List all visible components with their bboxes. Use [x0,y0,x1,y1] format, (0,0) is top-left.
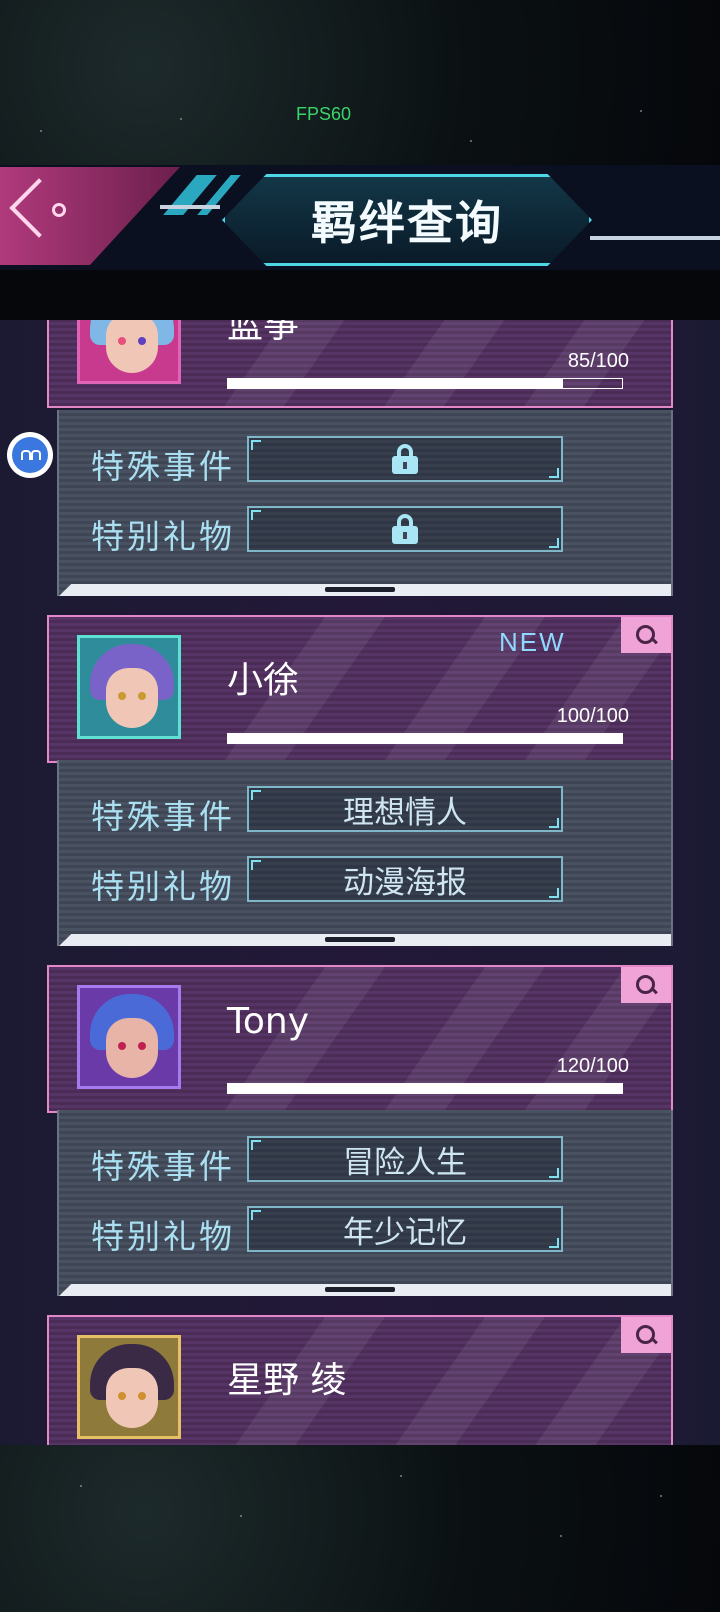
card-stripe [358,320,560,406]
special-gift-label: 特别礼物 [91,517,235,556]
character-name: 星野 绫 [227,1360,347,1401]
space-background-bottom [0,1445,720,1612]
star [560,1535,562,1537]
bond-score: 120/100 [556,1055,629,1077]
special-gift-slot[interactable]: 年少记忆 [247,1206,563,1252]
character-detail-panel: 特殊事件 冒险人生 特别礼物 年少记忆 [57,1110,673,1296]
star [40,130,42,132]
panel-footer-tab [325,937,395,942]
special-gift-slot-locked[interactable] [247,506,563,552]
header-line [590,236,720,240]
character-detail-panel: 特殊事件 特别礼物 [57,410,673,596]
card-stripe [358,1317,560,1445]
character-name: 小徐 [227,660,300,701]
star [640,110,642,112]
search-icon [636,625,656,645]
special-gift-label: 特别礼物 [91,1217,235,1256]
character-card-tony[interactable]: Tony 120/100 [47,965,673,1113]
special-event-slot-locked[interactable] [247,436,563,482]
space-background-top [0,0,720,165]
character-name: Tony [227,1001,310,1042]
character-card-hoshino-aya[interactable]: 星野 绫 [47,1315,673,1445]
star [240,1515,242,1517]
character-avatar [77,320,181,384]
panel-footer-tab [325,1287,395,1292]
star [400,1475,402,1477]
star [660,1495,662,1497]
character-detail-panel: 特殊事件 理想情人 特别礼物 动漫海报 [57,760,673,946]
lock-icon [392,444,418,474]
special-event-label: 特殊事件 [91,797,235,836]
bond-progress-bar [227,378,623,389]
header-line [160,205,220,209]
character-card-xiaoxu[interactable]: NEW 小徐 100/100 [47,615,673,763]
new-badge: NEW [499,627,566,657]
bond-list[interactable]: 蓝筝 85/100 特殊事件 特别礼物 NEW 小徐 100/100 特殊事件 … [0,320,720,1445]
special-event-label: 特殊事件 [91,1147,235,1186]
lock-icon [392,514,418,544]
search-button[interactable] [621,617,671,653]
bond-progress-bar [227,1083,623,1094]
back-dot-icon [52,203,66,217]
search-button[interactable] [621,967,671,1003]
search-icon [636,1325,656,1345]
character-avatar [77,1335,181,1439]
special-event-label: 特殊事件 [91,447,235,486]
search-button[interactable] [621,1317,671,1353]
bond-score: 85/100 [567,350,629,372]
star [180,118,182,120]
floating-assistant-button[interactable] [7,432,53,478]
fps-counter: FPS60 [296,104,352,124]
star [80,1485,82,1487]
character-avatar [77,985,181,1089]
search-icon [636,975,656,995]
special-gift-slot[interactable]: 动漫海报 [247,856,563,902]
star [470,140,472,142]
assistant-icon [12,437,48,473]
panel-footer-tab [325,587,395,592]
page-title: 羁绊查询 [311,196,503,250]
special-gift-label: 特别礼物 [91,867,235,906]
character-avatar [77,635,181,739]
character-card-lanzheng[interactable]: 蓝筝 85/100 [47,320,673,408]
bond-score: 100/100 [556,705,629,727]
character-name: 蓝筝 [227,320,300,346]
bond-progress-bar [227,733,623,744]
page-title-plate: 羁绊查询 [222,174,592,266]
special-event-slot[interactable]: 冒险人生 [247,1136,563,1182]
special-event-slot[interactable]: 理想情人 [247,786,563,832]
